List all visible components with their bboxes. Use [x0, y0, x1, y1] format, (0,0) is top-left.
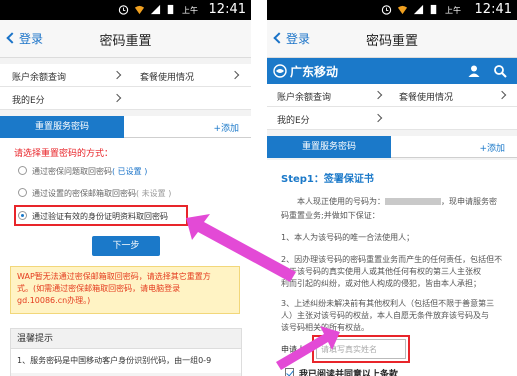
tips-title: 温馨提示 — [11, 329, 241, 349]
pointer-arrow-upper — [186, 214, 296, 282]
option-status-unset: ( 未设置 ) — [136, 189, 172, 198]
wifi-icon — [397, 5, 408, 15]
status-bar: 上午 12:41 — [0, 0, 251, 20]
china-mobile-logo-icon — [273, 64, 287, 78]
menu-item-balance[interactable]: 账户余额查询 — [12, 70, 66, 83]
alarm-icon — [118, 5, 129, 15]
doc-paragraph-4a: 3、上述纠纷未解决前有其他权利人（包括但不限于善意第三 — [281, 299, 495, 308]
tips-panel: 温馨提示 1、服务密码是中国移动客户身份识别代码，由一组0-9 — [10, 328, 242, 376]
radio-identity-proof[interactable] — [18, 211, 27, 220]
step-title: Step1：签署保证书 — [281, 174, 374, 185]
option-security-email: 通过设置的密保邮箱取回密码( 未设置 ) — [32, 189, 172, 198]
option-identity-proof: 通过验证有效的身份证明资料取回密码 — [32, 212, 168, 221]
page-title: 密码重置 — [99, 34, 152, 49]
wifi-icon — [134, 5, 145, 15]
status-time: 12:41 — [474, 2, 512, 17]
tips-body: 1、服务密码是中国移动客户身份识别代码，由一组0-9 — [11, 349, 241, 373]
user-icon[interactable] — [467, 64, 481, 78]
menu-row-1: 账户余额查询 套餐使用情况 — [267, 84, 517, 107]
tab-reset-password[interactable]: 重置服务密码 — [267, 136, 391, 158]
chevron-right-icon — [497, 90, 507, 100]
chevron-right-icon — [373, 90, 383, 100]
chevron-right-icon — [230, 70, 240, 80]
notice-line-3: gd.10086.cn办理。) — [17, 296, 91, 305]
search-icon[interactable] — [493, 64, 507, 78]
menu-item-package[interactable]: 套餐使用情况 — [399, 90, 453, 103]
header-bar: 登录 密码重置 — [0, 20, 251, 58]
tab-reset-password[interactable]: 重置服务密码 — [0, 116, 124, 138]
phone-screen-right: 上午 12:41 登录 密码重置 广东移动 账户余额查询 套餐使用情况 我的E分… — [267, 0, 517, 376]
page-title: 密码重置 — [365, 34, 418, 49]
alarm-icon — [381, 5, 392, 15]
menu-item-balance[interactable]: 账户余额查询 — [277, 90, 331, 103]
status-bar: 上午 12:41 — [267, 0, 517, 20]
menu-item-package[interactable]: 套餐使用情况 — [140, 70, 194, 83]
phone-screen-left: 上午 12:41 登录 密码重置 账户余额查询 套餐使用情况 我的E分 重置服务… — [0, 0, 251, 376]
signal-icon — [150, 4, 161, 15]
doc-paragraph-1: 本人现正使用的号码为： ，现申请服务密 — [297, 197, 497, 206]
radio-security-question[interactable] — [18, 166, 27, 175]
status-ampm: 上午 — [445, 6, 461, 15]
doc-paragraph-2: 1、本人为该号码的唯一合法使用人； — [281, 233, 415, 242]
header-bar: 登录 密码重置 — [267, 20, 517, 58]
brand-name: 广东移动 — [290, 65, 339, 79]
option-status-set: ( 已设置 ) — [112, 167, 148, 176]
tab-bar: 重置服务密码 +添加 — [267, 136, 517, 158]
doc-paragraph-4b: 人）主张对该号码的权益，本人自愿无条件放弃该号码及与 — [281, 311, 489, 320]
status-ampm: 上午 — [182, 6, 198, 15]
menu-item-epoints[interactable]: 我的E分 — [12, 93, 45, 106]
menu-row-1: 账户余额查询 套餐使用情况 — [0, 64, 251, 87]
signal-icon — [413, 4, 424, 15]
chevron-right-icon — [112, 70, 122, 80]
option-security-question: 通过密保问题取回密码( 已设置 ) — [32, 167, 148, 176]
phone-number-redacted — [385, 198, 441, 205]
tab-bar: 重置服务密码 +添加 — [0, 116, 251, 138]
add-tab-button[interactable]: +添加 — [213, 121, 239, 134]
chevron-right-icon — [373, 113, 383, 123]
doc-paragraph-3b: 限于该号码的真实使用人或其他任何有权的第三人主张权 — [281, 267, 481, 276]
menu-item-epoints[interactable]: 我的E分 — [277, 113, 310, 126]
menu-row-2: 我的E分 — [267, 107, 517, 130]
status-time: 12:41 — [208, 2, 246, 17]
chevron-right-icon — [112, 93, 122, 103]
form-prompt: 请选择重置密码的方式： — [14, 149, 114, 159]
battery-icon — [167, 4, 174, 15]
battery-icon — [430, 4, 437, 15]
next-button[interactable]: 下一步 — [92, 236, 160, 256]
doc-paragraph-3c: 利而引起的纠纷，或对他人构成的侵犯，皆由本人承担； — [281, 279, 481, 288]
radio-security-email[interactable] — [18, 188, 27, 197]
add-tab-button[interactable]: +添加 — [479, 141, 505, 154]
menu-row-2: 我的E分 — [0, 87, 251, 110]
brand-bar: 广东移动 — [267, 58, 517, 84]
pointer-arrow-lower — [276, 326, 340, 370]
doc-paragraph-3a: 2、因办理该号码的密码重置业务而产生的任何责任，包括但不 — [281, 255, 503, 264]
